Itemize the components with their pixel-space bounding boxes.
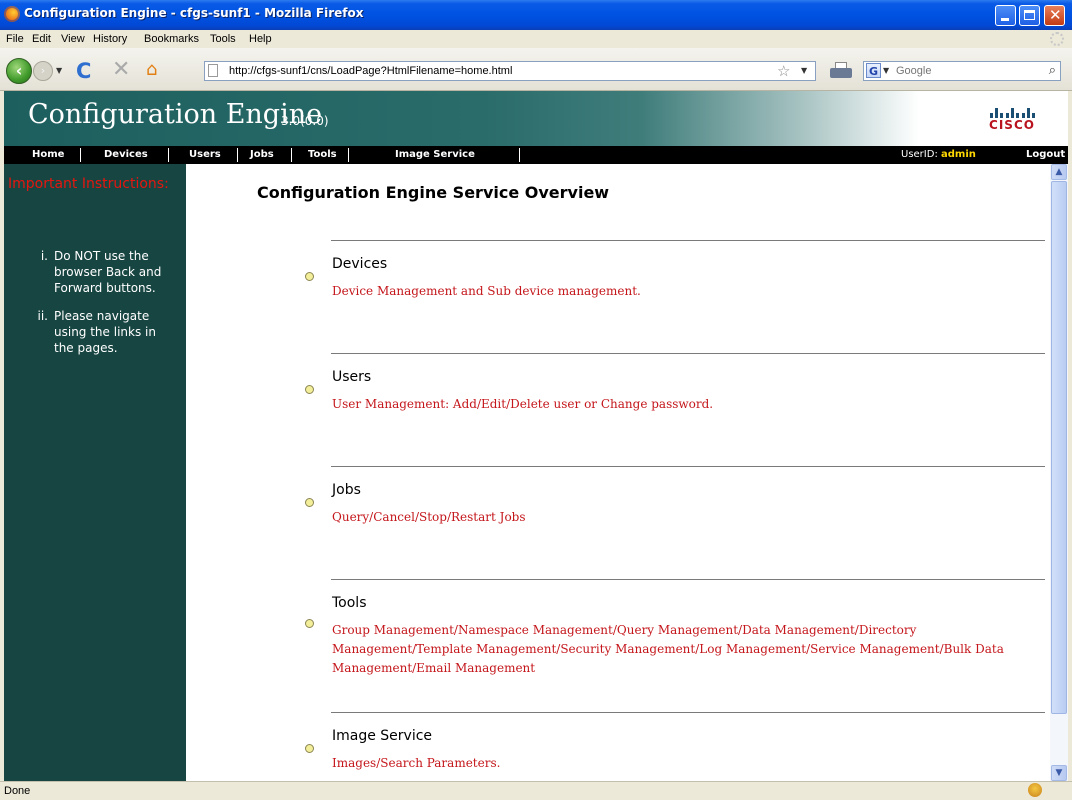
section-link-jobs[interactable]: Query/Cancel/Stop/Restart Jobs [332, 508, 1044, 527]
close-button[interactable]: ✕ [1044, 5, 1065, 26]
nav-image-service[interactable]: Image Service [395, 146, 475, 164]
throbber-icon [1050, 32, 1064, 46]
cisco-bars-icon [982, 100, 1042, 118]
back-button[interactable]: ‹ [6, 58, 32, 84]
navigation-toolbar: ‹ › ▼ C ✕ ⌂ ☆ ▼ G ▼ ⌕ [0, 48, 1072, 91]
status-text: Done [4, 785, 31, 797]
instruction-list: i. Do NOT use the browser Back and Forwa… [4, 248, 166, 368]
instruction-text: Do NOT use the browser Back and Forward … [54, 249, 162, 295]
history-dropdown-icon[interactable]: ▼ [56, 66, 62, 75]
sidebar-heading: Important Instructions: [8, 176, 169, 192]
stop-icon[interactable]: ✕ [112, 59, 130, 81]
main-content: Configuration Engine Service Overview De… [186, 164, 1050, 781]
nav-jobs[interactable]: Jobs [250, 146, 274, 164]
addon-icon[interactable] [1028, 783, 1042, 797]
bullet-icon [305, 272, 314, 281]
menu-view[interactable]: View [61, 33, 85, 45]
url-dropdown-icon[interactable]: ▼ [801, 66, 807, 75]
scroll-up-icon[interactable]: ▲ [1051, 164, 1067, 180]
print-icon[interactable] [830, 62, 852, 80]
forward-button[interactable]: › [33, 61, 53, 81]
search-box[interactable]: G ▼ ⌕ [863, 61, 1061, 81]
vertical-scrollbar[interactable]: ▲ ▼ [1050, 164, 1068, 781]
bookmark-star-icon[interactable]: ☆ [777, 62, 790, 80]
nav-devices[interactable]: Devices [104, 146, 148, 164]
minimize-button[interactable] [995, 5, 1016, 26]
section-title: Tools [332, 595, 367, 611]
bullet-icon [305, 744, 314, 753]
engine-dropdown-icon[interactable]: ▼ [883, 66, 889, 75]
url-input[interactable] [229, 63, 749, 79]
menu-edit[interactable]: Edit [32, 33, 51, 45]
address-bar[interactable]: ☆ ▼ [204, 61, 816, 81]
nav-users[interactable]: Users [189, 146, 221, 164]
firefox-icon [4, 6, 20, 22]
cisco-logo: CISCO [982, 100, 1042, 136]
menu-help[interactable]: Help [249, 33, 272, 45]
user-id-value: admin [941, 149, 976, 160]
google-engine-icon[interactable]: G [866, 63, 881, 78]
section-title: Devices [332, 256, 388, 272]
window-title: Configuration Engine - cfgs-sunf1 - Mozi… [24, 6, 364, 20]
menu-bookmarks[interactable]: Bookmarks [144, 33, 199, 45]
menu-bar: File Edit View History Bookmarks Tools H… [0, 30, 1072, 48]
user-id: UserID: admin [901, 149, 976, 160]
menu-file[interactable]: File [6, 33, 24, 45]
logout-link[interactable]: Logout [1026, 146, 1065, 164]
instruction-item: i. Do NOT use the browser Back and Forwa… [40, 249, 162, 295]
nav-home[interactable]: Home [32, 146, 64, 164]
scroll-thumb[interactable] [1051, 181, 1067, 714]
top-nav: Home Devices Users Jobs Tools Image Serv… [4, 146, 1068, 164]
browser-window: Configuration Engine - cfgs-sunf1 - Mozi… [0, 0, 1072, 800]
page-title: Configuration Engine Service Overview [257, 183, 610, 202]
scroll-down-icon[interactable]: ▼ [1051, 765, 1067, 781]
page-viewport: Configuration Engine 3.0(0.0) CISCO Home… [4, 91, 1068, 781]
status-bar: Done [0, 781, 1072, 800]
search-icon[interactable]: ⌕ [1049, 63, 1056, 78]
divider [331, 579, 1045, 580]
divider [331, 240, 1045, 241]
section-link-image-service[interactable]: Images/Search Parameters. [332, 754, 1044, 773]
divider [331, 353, 1045, 354]
bullet-icon [305, 619, 314, 628]
reload-icon[interactable]: C [76, 60, 91, 82]
instruction-text: Please navigate using the links in the p… [54, 309, 156, 355]
search-input[interactable] [896, 63, 1026, 79]
title-bar: Configuration Engine - cfgs-sunf1 - Mozi… [0, 0, 1072, 30]
bullet-icon [305, 498, 314, 507]
divider [331, 712, 1045, 713]
section-link-users[interactable]: User Management: Add/Edit/Delete user or… [332, 395, 1044, 414]
instruction-item: ii. Please navigate using the links in t… [37, 309, 156, 355]
sidebar: Important Instructions: i. Do NOT use th… [4, 164, 186, 781]
app-title: Configuration Engine [28, 99, 323, 130]
section-link-devices[interactable]: Device Management and Sub device managem… [332, 282, 1044, 301]
menu-history[interactable]: History [93, 33, 127, 45]
nav-tools[interactable]: Tools [308, 146, 337, 164]
section-link-tools[interactable]: Group Management/Namespace Management/Qu… [332, 621, 1044, 678]
section-title: Users [332, 369, 372, 385]
page-icon [208, 64, 218, 77]
home-icon[interactable]: ⌂ [146, 61, 157, 79]
maximize-button[interactable] [1019, 5, 1040, 26]
section-title: Image Service [332, 728, 433, 744]
app-version: 3.0(0.0) [281, 114, 329, 128]
divider [331, 466, 1045, 467]
close-icon: ✕ [1049, 6, 1062, 24]
app-banner: Configuration Engine 3.0(0.0) CISCO [4, 91, 1068, 146]
cisco-wordmark: CISCO [989, 118, 1035, 132]
section-title: Jobs [332, 482, 361, 498]
menu-tools[interactable]: Tools [210, 33, 236, 45]
bullet-icon [305, 385, 314, 394]
